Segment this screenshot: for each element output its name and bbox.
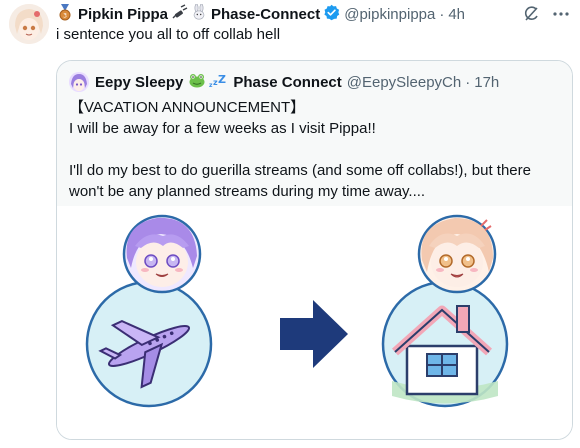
tweet-header: 3 Pipkin Pippa Phase-Connect @pipkinpipp…	[56, 3, 526, 25]
svg-text:3: 3	[63, 13, 67, 20]
purple-hair-character-icon	[122, 214, 202, 294]
more-options-icon[interactable]	[552, 5, 570, 28]
quoted-author-handle[interactable]: @EepySleepyCh	[347, 74, 461, 91]
quoted-author-avatar[interactable]	[69, 72, 89, 92]
author-name[interactable]: Pipkin Pippa	[78, 6, 168, 23]
quoted-tweet-text: 【VACATION ANNOUNCEMENT】 I will be away f…	[69, 97, 559, 202]
svg-text:Z: Z	[218, 73, 226, 86]
frog-emoji-icon	[188, 72, 206, 92]
tweet[interactable]: 3 Pipkin Pippa Phase-Connect @pipkinpipp…	[0, 0, 580, 448]
quoted-author-name-suffix: Phase Connect	[233, 73, 342, 91]
quoted-timestamp[interactable]: 17h	[474, 74, 499, 91]
house-circle	[381, 280, 509, 408]
separator-dot: ·	[465, 73, 471, 91]
quoted-author-name[interactable]: Eepy Sleepy	[95, 74, 183, 91]
plane-circle	[85, 280, 213, 408]
quoted-text-line: I will be away for a few weeks as I visi…	[69, 120, 376, 137]
quoted-attached-image[interactable]	[57, 206, 572, 439]
quoted-tweet-header: Eepy Sleepy z z Z Phase Connect @EepySle…	[57, 61, 572, 206]
separator-dot: ·	[439, 5, 445, 23]
rabbit-emoji-icon	[191, 3, 207, 24]
grok-icon[interactable]	[522, 5, 540, 28]
quoted-text-line: won't be any planned streams during my t…	[69, 183, 426, 200]
quoted-text-line: 【VACATION ANNOUNCEMENT】	[69, 99, 306, 116]
tweet-actions	[522, 5, 570, 28]
quoted-text-line: I'll do my best to do guerilla streams (…	[69, 162, 531, 179]
quoted-tweet[interactable]: Eepy Sleepy z z Z Phase Connect @EepySle…	[56, 60, 573, 440]
tweet-text: i sentence you all to off collab hell	[56, 26, 281, 43]
pink-hair-character-icon	[417, 214, 497, 294]
quoted-author-line: Eepy Sleepy z z Z Phase Connect @EepySle…	[95, 71, 499, 93]
author-avatar[interactable]	[9, 4, 49, 44]
author-handle[interactable]: @pipkinpippa	[344, 6, 435, 23]
tweet-timestamp[interactable]: 4h	[448, 6, 465, 23]
verified-badge-icon[interactable]	[323, 4, 340, 25]
plug-emoji-icon	[172, 4, 188, 24]
zzz-sleep-emoji-icon: z z Z	[208, 72, 228, 92]
author-name-suffix: Phase-Connect	[211, 5, 321, 23]
medal-emoji-icon: 3	[56, 3, 74, 25]
